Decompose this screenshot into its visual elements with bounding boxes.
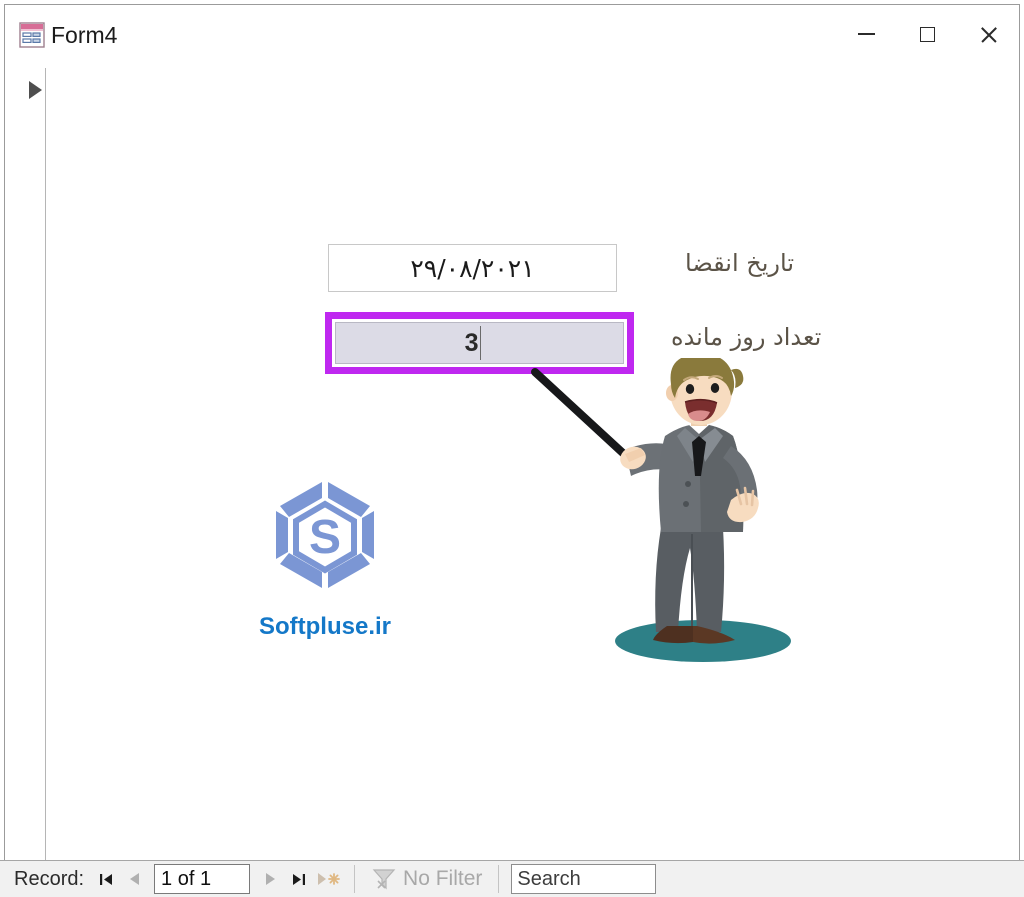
maximize-icon — [920, 26, 935, 42]
text-caret — [479, 326, 482, 360]
first-record-icon — [99, 873, 112, 885]
filter-label: No Filter — [403, 867, 483, 890]
expiry-date-label: تاریخ انقضا — [685, 249, 794, 277]
record-label: Record: — [14, 867, 85, 890]
first-record-button[interactable] — [92, 864, 120, 894]
expiry-date-field[interactable]: ۲۹/۰۸/۲۰۲۱ — [328, 244, 617, 292]
status-divider-1 — [354, 865, 356, 893]
maximize-button[interactable] — [897, 5, 958, 63]
record-selector-divider — [45, 68, 46, 860]
softpluse-hexagon-s-logo: S — [276, 482, 374, 588]
record-selector-arrow[interactable] — [29, 81, 42, 99]
previous-record-button[interactable] — [120, 864, 148, 894]
softpluse-logo: S Softpluse.ir — [259, 473, 391, 653]
svg-text:S: S — [309, 511, 341, 564]
new-record-button[interactable] — [312, 872, 346, 887]
previous-record-icon — [129, 873, 139, 885]
title-bar: Form4 — [5, 5, 1019, 63]
minimize-button[interactable] — [836, 5, 897, 63]
cartoon-presenter-with-pointer — [525, 353, 835, 663]
days-remaining-value: 3 — [464, 328, 479, 357]
record-navigation-bar: Record: 1 of 1 No Filter Search — [0, 860, 1024, 897]
access-form-icon — [19, 22, 45, 48]
pointer-stick — [531, 368, 641, 470]
expiry-date-value: ۲۹/۰۸/۲۰۲۱ — [410, 253, 535, 283]
close-button[interactable] — [958, 5, 1019, 63]
search-input[interactable]: Search — [511, 864, 657, 894]
next-record-button[interactable] — [256, 864, 284, 894]
window-title: Form4 — [51, 22, 118, 48]
softpluse-logo-text: Softpluse.ir — [258, 613, 391, 640]
new-record-icon — [318, 872, 340, 885]
filter-funnel-icon — [372, 869, 396, 890]
record-position-input[interactable]: 1 of 1 — [154, 864, 251, 894]
filter-button[interactable]: No Filter — [363, 864, 490, 895]
days-remaining-label: تعداد روز مانده — [671, 323, 822, 351]
window-controls — [836, 5, 1019, 63]
form-window: Form4 ۲۹/۰۸/۲۰۲۱ 3 تاریخ انقضا تعداد روز… — [4, 4, 1020, 897]
status-divider-2 — [498, 865, 500, 893]
close-icon — [980, 26, 997, 43]
form-canvas: ۲۹/۰۸/۲۰۲۱ 3 تاریخ انقضا تعداد روز مانده — [5, 63, 1019, 860]
last-record-icon — [292, 873, 305, 885]
last-record-button[interactable] — [284, 864, 312, 894]
minimize-icon — [858, 33, 875, 35]
next-record-icon — [265, 873, 275, 885]
